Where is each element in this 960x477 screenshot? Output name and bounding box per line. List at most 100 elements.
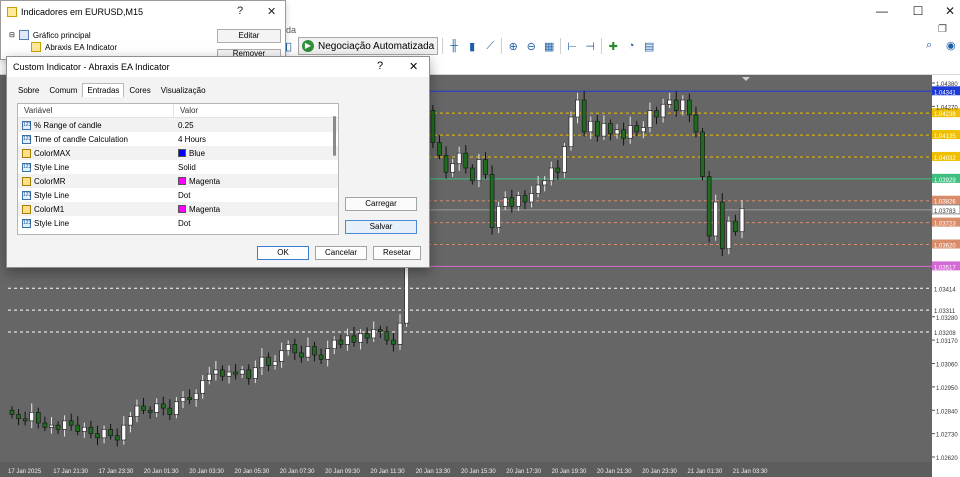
restore-icon[interactable]: ❐ [938,24,947,35]
candle-body [345,335,350,345]
shift-icon[interactable]: ⊣ [583,39,597,53]
color-param-icon [22,204,31,214]
candle-body [299,352,304,358]
param-name-cell[interactable]: 123 Time of candle Calculation [18,134,174,144]
param-value-cell[interactable]: 0.25 [174,121,194,130]
table-row[interactable]: 123 Style Line Dot [18,188,338,202]
tab-cores[interactable]: Cores [124,83,155,97]
scroll-icon[interactable]: ⊢ [565,39,579,53]
candle-body [226,371,232,377]
table-row[interactable]: 123 Time of candle Calculation 4 Hours [18,132,338,146]
help-icon[interactable]: ? [237,5,243,17]
indicators-icon[interactable]: ✚ [606,39,620,53]
table-row[interactable]: 123 Style Line Dot [18,216,338,230]
table-row[interactable]: ColorMAX Blue [18,146,338,160]
candle-body [312,346,317,356]
param-value-cell[interactable]: 4 Hours [174,135,206,144]
candle-body [496,205,501,228]
candle-body [548,167,554,182]
tab-visualizacao[interactable]: Visualização [156,83,211,97]
candle-body [568,116,574,148]
tab-entradas[interactable]: Entradas [82,83,125,97]
tree-item-main-chart[interactable]: ⊟ Gráfico principal [9,29,117,41]
param-value: Dot [178,190,191,200]
zoom-in-icon[interactable]: ⊕ [506,39,520,53]
algo-trading-label: Negociação Automatizada [318,40,435,52]
param-value-cell[interactable]: Dot [174,219,190,228]
param-name-cell[interactable]: ColorMAX [18,148,174,158]
toolbar-separator [560,38,562,54]
param-name-cell[interactable]: 123 Style Line [18,218,174,228]
number-param-icon: 123 [22,134,32,144]
column-header-variable[interactable]: Variável [18,104,174,117]
param-value: 0.25 [178,120,194,130]
reset-button[interactable]: Resetar [373,246,421,260]
param-value-cell[interactable]: Magenta [174,205,220,214]
close-icon[interactable]: ✕ [930,2,960,20]
candles-icon[interactable]: ▮ [465,39,479,53]
time-tick-label: 20 Jan 03:30 [189,469,224,475]
candle-body [535,184,541,194]
param-name: % Range of candle [34,120,102,130]
edit-button[interactable]: Editar [217,29,281,43]
ok-button[interactable]: OK [257,246,309,260]
candle-body [667,99,672,105]
line-chart-icon[interactable]: ⟋ [483,39,497,53]
load-button[interactable]: Carregar [345,197,417,211]
param-name: Style Line [34,218,70,228]
column-header-value[interactable]: Valor [174,104,198,117]
main-toolbar: ◧ ▶ Negociação Automatizada ╫ ▮ ⟋ ⊕ ⊖ ▦ … [280,36,656,56]
table-row[interactable]: ColorM1 Magenta [18,202,338,216]
tree-item-indicator[interactable]: Abraxis EA Indicator [9,41,117,53]
table-row[interactable]: 123 Style Line Solid [18,160,338,174]
candle-body [128,416,133,426]
param-name-cell[interactable]: ColorMR [18,176,174,186]
algo-trading-button[interactable]: ▶ Negociação Automatizada [298,37,439,55]
param-name: ColorMAX [34,148,71,158]
param-name-cell[interactable]: ColorM1 [18,204,174,214]
time-tick-label: 20 Jan 19:30 [552,469,587,475]
close-icon[interactable]: ✕ [409,60,418,73]
collapse-icon[interactable]: ⊟ [9,31,15,39]
zoom-out-icon[interactable]: ⊖ [524,39,538,53]
candle-body [397,322,403,345]
candle-body [502,197,508,207]
tab-comum[interactable]: Comum [44,83,82,97]
candle-body [489,174,495,228]
minimize-icon[interactable]: — [862,2,902,20]
param-value-cell[interactable]: Solid [174,163,196,172]
close-icon[interactable]: ✕ [267,5,276,18]
search-icon[interactable]: ⌕ [926,39,932,52]
candle-body [49,424,54,428]
param-value: Solid [178,162,196,172]
param-name-cell[interactable]: 123% Range of candle [18,120,174,130]
table-row[interactable]: 123% Range of candle 0.25 [18,118,338,132]
save-button[interactable]: Salvar [345,220,417,234]
param-value-cell[interactable]: Blue [174,149,205,158]
tile-icon[interactable]: ▦ [542,39,556,53]
time-tick-label: 17 Jan 23:30 [99,469,134,475]
templates-icon[interactable]: ▤ [642,39,656,53]
param-name-cell[interactable]: 123 Style Line [18,162,174,172]
bar-chart-icon[interactable]: ╫ [447,39,461,53]
candle-body [726,220,732,250]
level-price-label: 1.03311 [934,309,956,315]
periods-icon[interactable]: ◔ [624,39,638,53]
candle-body [542,180,548,186]
profile-icon[interactable]: ◉ [946,39,956,52]
level-price-label: 1.03414 [934,287,956,293]
param-value-cell[interactable]: Dot [174,191,190,200]
toolbar-separator [442,38,444,54]
candle-body [719,201,725,250]
param-name-cell[interactable]: 123 Style Line [18,190,174,200]
candle-body [601,123,607,137]
table-row[interactable]: ColorMR Magenta [18,174,338,188]
candle-body [463,152,469,169]
tab-sobre[interactable]: Sobre [13,83,44,97]
candle-body [121,424,127,441]
scrollbar[interactable] [333,116,336,156]
cancel-button[interactable]: Cancelar [315,246,367,260]
param-value-cell[interactable]: Magenta [174,177,220,186]
candle-body [384,331,390,341]
help-icon[interactable]: ? [377,60,383,72]
